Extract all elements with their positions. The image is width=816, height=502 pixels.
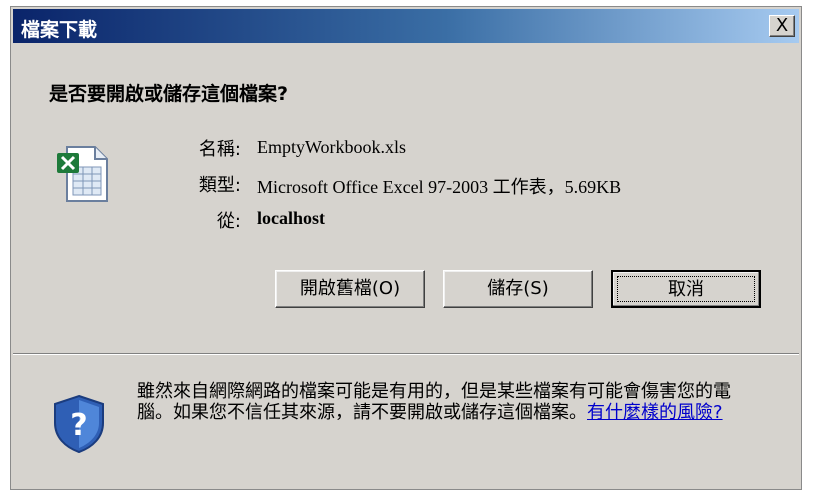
download-question: 是否要開啟或儲存這個檔案?: [49, 83, 289, 105]
close-button[interactable]: X: [769, 15, 795, 37]
file-source: localhost: [257, 208, 326, 228]
file-download-dialog: 檔案下載 X 是否要開啟或儲存這個檔案? 名稱: EmptyWorkbook.x…: [10, 6, 802, 490]
open-button[interactable]: 開啟舊檔(O): [275, 270, 425, 308]
name-label: 名稱:: [198, 139, 241, 160]
cancel-button[interactable]: 取消: [611, 270, 761, 308]
from-label: 從:: [216, 211, 241, 232]
title-bar[interactable]: 檔案下載 X: [13, 9, 799, 43]
window-title: 檔案下載: [21, 19, 98, 41]
svg-text:?: ?: [70, 408, 87, 443]
risk-link[interactable]: 有什麼樣的風險?: [587, 402, 723, 423]
file-type: Microsoft Office Excel 97-2003 工作表，5.69K…: [257, 177, 622, 197]
focus-rectangle: [617, 276, 755, 302]
type-label: 類型:: [198, 175, 241, 196]
save-button[interactable]: 儲存(S): [443, 270, 593, 308]
file-name: EmptyWorkbook.xls: [257, 137, 407, 157]
divider: [13, 353, 799, 355]
security-shield-icon: ?: [51, 393, 107, 459]
excel-file-icon: [53, 143, 111, 209]
security-warning: 雖然來自網際網路的檔案可能是有用的，但是某些檔案有可能會傷害您的電腦。如果您不信…: [137, 381, 757, 423]
